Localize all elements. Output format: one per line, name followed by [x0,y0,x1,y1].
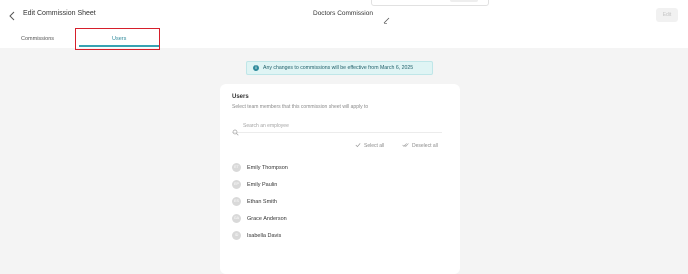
user-row-isabella-davis[interactable]: ID Isabella Davis [232,227,448,244]
page-title: Edit Commission Sheet [23,10,96,17]
users-heading: Users [232,94,249,100]
info-icon: i [253,65,259,71]
users-list: ET Emily Thompson EP Emily Paulin ES Eth… [232,159,448,244]
search-input[interactable] [243,123,423,129]
deselect-all-button[interactable]: Deselect all [402,142,438,150]
popover-fragment [371,0,489,6]
users-subtitle: Select team members that this commission… [232,104,369,110]
user-row-grace-anderson[interactable]: GA Grace Anderson [232,210,448,227]
effective-date-notice: i Any changes to commissions will be eff… [246,61,433,75]
avatar: EP [232,180,241,189]
highlight-box [75,28,160,50]
avatar: ES [232,197,241,206]
search-bar [232,120,442,136]
user-name: Emily Thompson [247,164,288,171]
double-check-icon [402,142,409,150]
user-row-emily-paulin[interactable]: EP Emily Paulin [232,176,448,193]
top-bar: Edit Commission Sheet Doctors Commission… [0,0,688,30]
deselect-all-label: Deselect all [412,143,438,149]
check-icon [355,142,361,150]
user-row-emily-thompson[interactable]: ET Emily Thompson [232,159,448,176]
edit-button[interactable]: Edit [656,8,678,22]
commission-sheet-name: Doctors Commission [313,10,373,17]
user-name: Isabella Davis [247,232,282,239]
notice-text: Any changes to commissions will be effec… [263,65,414,71]
user-row-ethan-smith[interactable]: ES Ethan Smith [232,193,448,210]
users-card: Users Select team members that this comm… [220,84,460,274]
select-all-label: Select all [364,143,385,149]
avatar: ET [232,163,241,172]
user-name: Emily Paulin [247,181,278,188]
pencil-icon[interactable] [383,11,390,24]
search-icon [232,123,239,136]
avatar: ID [232,231,241,240]
select-all-button[interactable]: Select all [355,142,384,150]
user-name: Grace Anderson [247,215,287,222]
user-name: Ethan Smith [247,198,277,205]
tab-commissions[interactable]: Commissions [21,36,54,42]
back-arrow-icon[interactable] [6,9,18,21]
avatar: GA [232,214,241,223]
